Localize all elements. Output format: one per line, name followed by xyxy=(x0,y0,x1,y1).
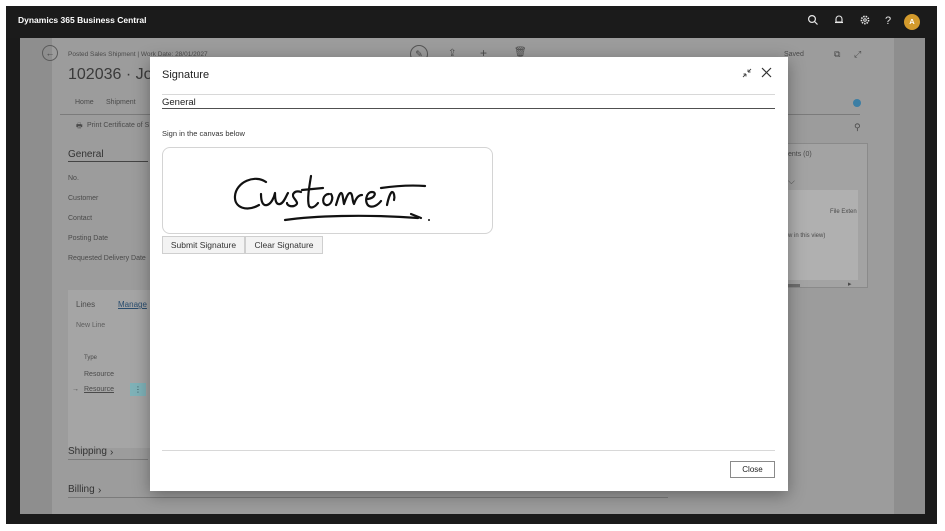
search-icon[interactable] xyxy=(806,14,820,28)
dialog-title: Signature xyxy=(162,69,210,81)
close-button[interactable]: Close xyxy=(730,461,775,478)
billing-divider xyxy=(68,497,668,498)
line-row-type[interactable]: Resource xyxy=(84,386,114,393)
chevron-right-icon: › xyxy=(110,447,114,458)
section-title: General xyxy=(162,97,196,108)
field-no: No. xyxy=(68,175,79,182)
avatar[interactable]: A xyxy=(904,14,920,30)
shipping-section-header[interactable]: Shipping xyxy=(68,446,107,457)
tab-manage[interactable]: Manage xyxy=(118,300,147,309)
field-customer: Customer xyxy=(68,195,99,202)
lines-panel xyxy=(68,290,150,448)
action-home[interactable]: Home xyxy=(75,99,94,106)
row-arrow-icon: → xyxy=(72,386,79,393)
chevron-down-icon[interactable]: ⌵ xyxy=(788,176,795,187)
field-requested-delivery-date: Requested Delivery Date xyxy=(68,255,146,262)
signature-dialog: Signature General Sign in the canvas bel… xyxy=(150,57,788,491)
submit-signature-button[interactable]: Submit Signature xyxy=(162,236,245,254)
help-icon[interactable]: ? xyxy=(881,14,895,28)
title-divider xyxy=(162,94,775,95)
signature-drawing xyxy=(233,174,430,222)
general-section-header[interactable]: General xyxy=(68,149,104,160)
factbox-scrollbar[interactable] xyxy=(788,284,800,287)
gear-icon[interactable] xyxy=(858,14,872,28)
personalize-icon[interactable]: ⚲ xyxy=(854,122,861,133)
shipping-divider xyxy=(68,459,148,460)
back-arrow-icon[interactable]: ← xyxy=(42,45,58,61)
factbox-file-column: File Exten xyxy=(830,209,857,215)
factbox-attachments[interactable]: ents (0) xyxy=(788,151,812,158)
line-type-header: Type xyxy=(84,355,98,361)
general-underline xyxy=(68,161,148,162)
field-posting-date: Posting Date xyxy=(68,235,109,242)
expand-icon[interactable]: ⤢ xyxy=(854,49,861,60)
billing-section-header[interactable]: Billing xyxy=(68,484,95,495)
app-header: Dynamics 365 Business Central ? A xyxy=(6,6,937,38)
close-icon[interactable] xyxy=(759,66,773,82)
app-title: Dynamics 365 Business Central xyxy=(18,15,147,25)
page-title: 102036 · Joh xyxy=(68,66,162,83)
new-line-button[interactable]: New Line xyxy=(76,322,105,329)
tab-lines[interactable]: Lines xyxy=(76,300,95,309)
chevron-right-icon: › xyxy=(98,485,102,496)
section-divider xyxy=(162,108,775,109)
action-print-certificate[interactable]: Print Certificate of S xyxy=(87,122,149,129)
info-badge-icon[interactable] xyxy=(853,99,861,107)
signature-canvas[interactable] xyxy=(162,147,493,234)
bell-icon[interactable] xyxy=(832,14,846,28)
clear-signature-button[interactable]: Clear Signature xyxy=(245,236,323,254)
field-contact: Contact xyxy=(68,215,93,222)
footer-divider xyxy=(162,450,775,451)
print-icon: 🖶 xyxy=(76,123,83,130)
open-new-window-icon[interactable]: ⧉ xyxy=(834,49,840,60)
row-menu-icon[interactable]: ⋮ xyxy=(130,383,146,396)
scroll-right-icon[interactable]: ▸ xyxy=(848,280,852,288)
action-shipment[interactable]: Shipment xyxy=(106,99,136,106)
signature-hint: Sign in the canvas below xyxy=(162,129,245,138)
factbox-empty-note: w in this view) xyxy=(788,233,826,239)
line-row-type[interactable]: Resource xyxy=(84,371,114,378)
collapse-icon[interactable] xyxy=(740,68,754,82)
